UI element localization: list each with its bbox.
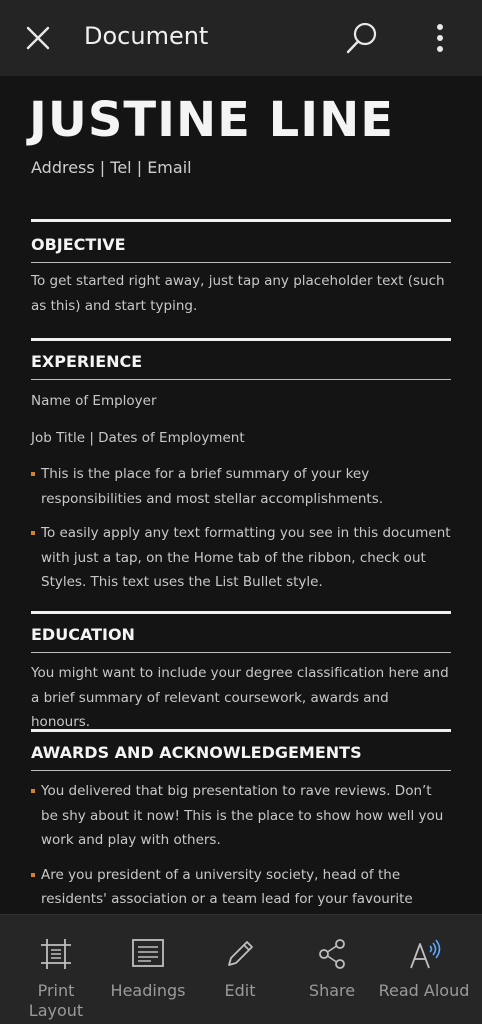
read-aloud-button[interactable]: Read Aloud — [376, 915, 472, 1024]
more-options-icon[interactable] — [426, 22, 454, 54]
experience-section: EXPERIENCE Name of Employer Job Title | … — [31, 338, 451, 595]
read-aloud-label: Read Aloud — [378, 981, 470, 1000]
education-section: EDUCATION You might want to include your… — [31, 611, 451, 735]
bottom-toolbar: Print Layout Headings Edit Share Read Al… — [0, 914, 482, 1024]
share-button[interactable]: Share — [284, 915, 380, 1024]
resume-contact[interactable]: Address | Tel | Email — [31, 158, 192, 177]
bullet-text: To easily apply any text formatting you … — [41, 525, 451, 590]
bullet-marker — [31, 531, 35, 535]
app-bar: Document — [0, 0, 482, 76]
headings-label: Headings — [110, 981, 186, 1000]
headings-button[interactable]: Headings — [100, 915, 196, 1024]
print-layout-icon — [41, 939, 71, 969]
employer-name[interactable]: Name of Employer — [31, 389, 451, 414]
bullet-marker — [31, 789, 35, 793]
list-item[interactable]: You delivered that big presentation to r… — [31, 779, 451, 853]
section-divider — [31, 729, 451, 732]
section-divider — [31, 338, 451, 341]
list-item[interactable]: To easily apply any text formatting you … — [31, 521, 451, 595]
share-icon — [319, 939, 345, 969]
bullet-text: This is the place for a brief summary of… — [41, 466, 384, 507]
section-heading[interactable]: OBJECTIVE — [31, 228, 451, 262]
read-aloud-icon — [410, 939, 441, 969]
section-underline — [31, 770, 451, 771]
close-icon[interactable] — [24, 24, 52, 52]
section-heading[interactable]: AWARDS AND ACKNOWLEDGEMENTS — [31, 736, 451, 770]
edit-label: Edit — [224, 981, 256, 1000]
edit-button[interactable]: Edit — [192, 915, 288, 1024]
print-layout-button[interactable]: Print Layout — [8, 915, 104, 1024]
share-label: Share — [308, 981, 356, 1000]
job-title[interactable]: Job Title | Dates of Employment — [31, 426, 451, 451]
document-title: Document — [84, 22, 209, 50]
resume-name[interactable]: JUSTINE LINE — [29, 92, 394, 148]
section-divider — [31, 219, 451, 222]
section-heading[interactable]: EXPERIENCE — [31, 345, 451, 379]
headings-icon — [132, 939, 164, 967]
section-underline — [31, 379, 451, 380]
education-text[interactable]: You might want to include your degree cl… — [31, 661, 451, 735]
bullet-text: Are you president of a university societ… — [41, 866, 413, 908]
bullet-marker — [31, 872, 35, 877]
pencil-icon — [228, 941, 253, 966]
objective-section: OBJECTIVE To get started right away, jus… — [31, 219, 451, 318]
list-item[interactable]: This is the place for a brief summary of… — [31, 462, 451, 511]
objective-text[interactable]: To get started right away, just tap any … — [31, 269, 451, 318]
search-icon[interactable] — [344, 20, 380, 56]
section-underline — [31, 262, 451, 263]
section-heading[interactable]: EDUCATION — [31, 618, 451, 652]
document-canvas[interactable]: JUSTINE LINE Address | Tel | Email OBJEC… — [0, 76, 482, 914]
list-item[interactable]: Are you president of a university societ… — [31, 863, 451, 915]
section-divider — [31, 611, 451, 614]
print-layout-label: Print Layout — [28, 981, 84, 1020]
awards-section: AWARDS AND ACKNOWLEDGEMENTS You delivere… — [31, 729, 451, 914]
section-underline — [31, 652, 451, 653]
bullet-marker — [31, 472, 35, 476]
bullet-text: You delivered that big presentation to r… — [41, 783, 444, 848]
